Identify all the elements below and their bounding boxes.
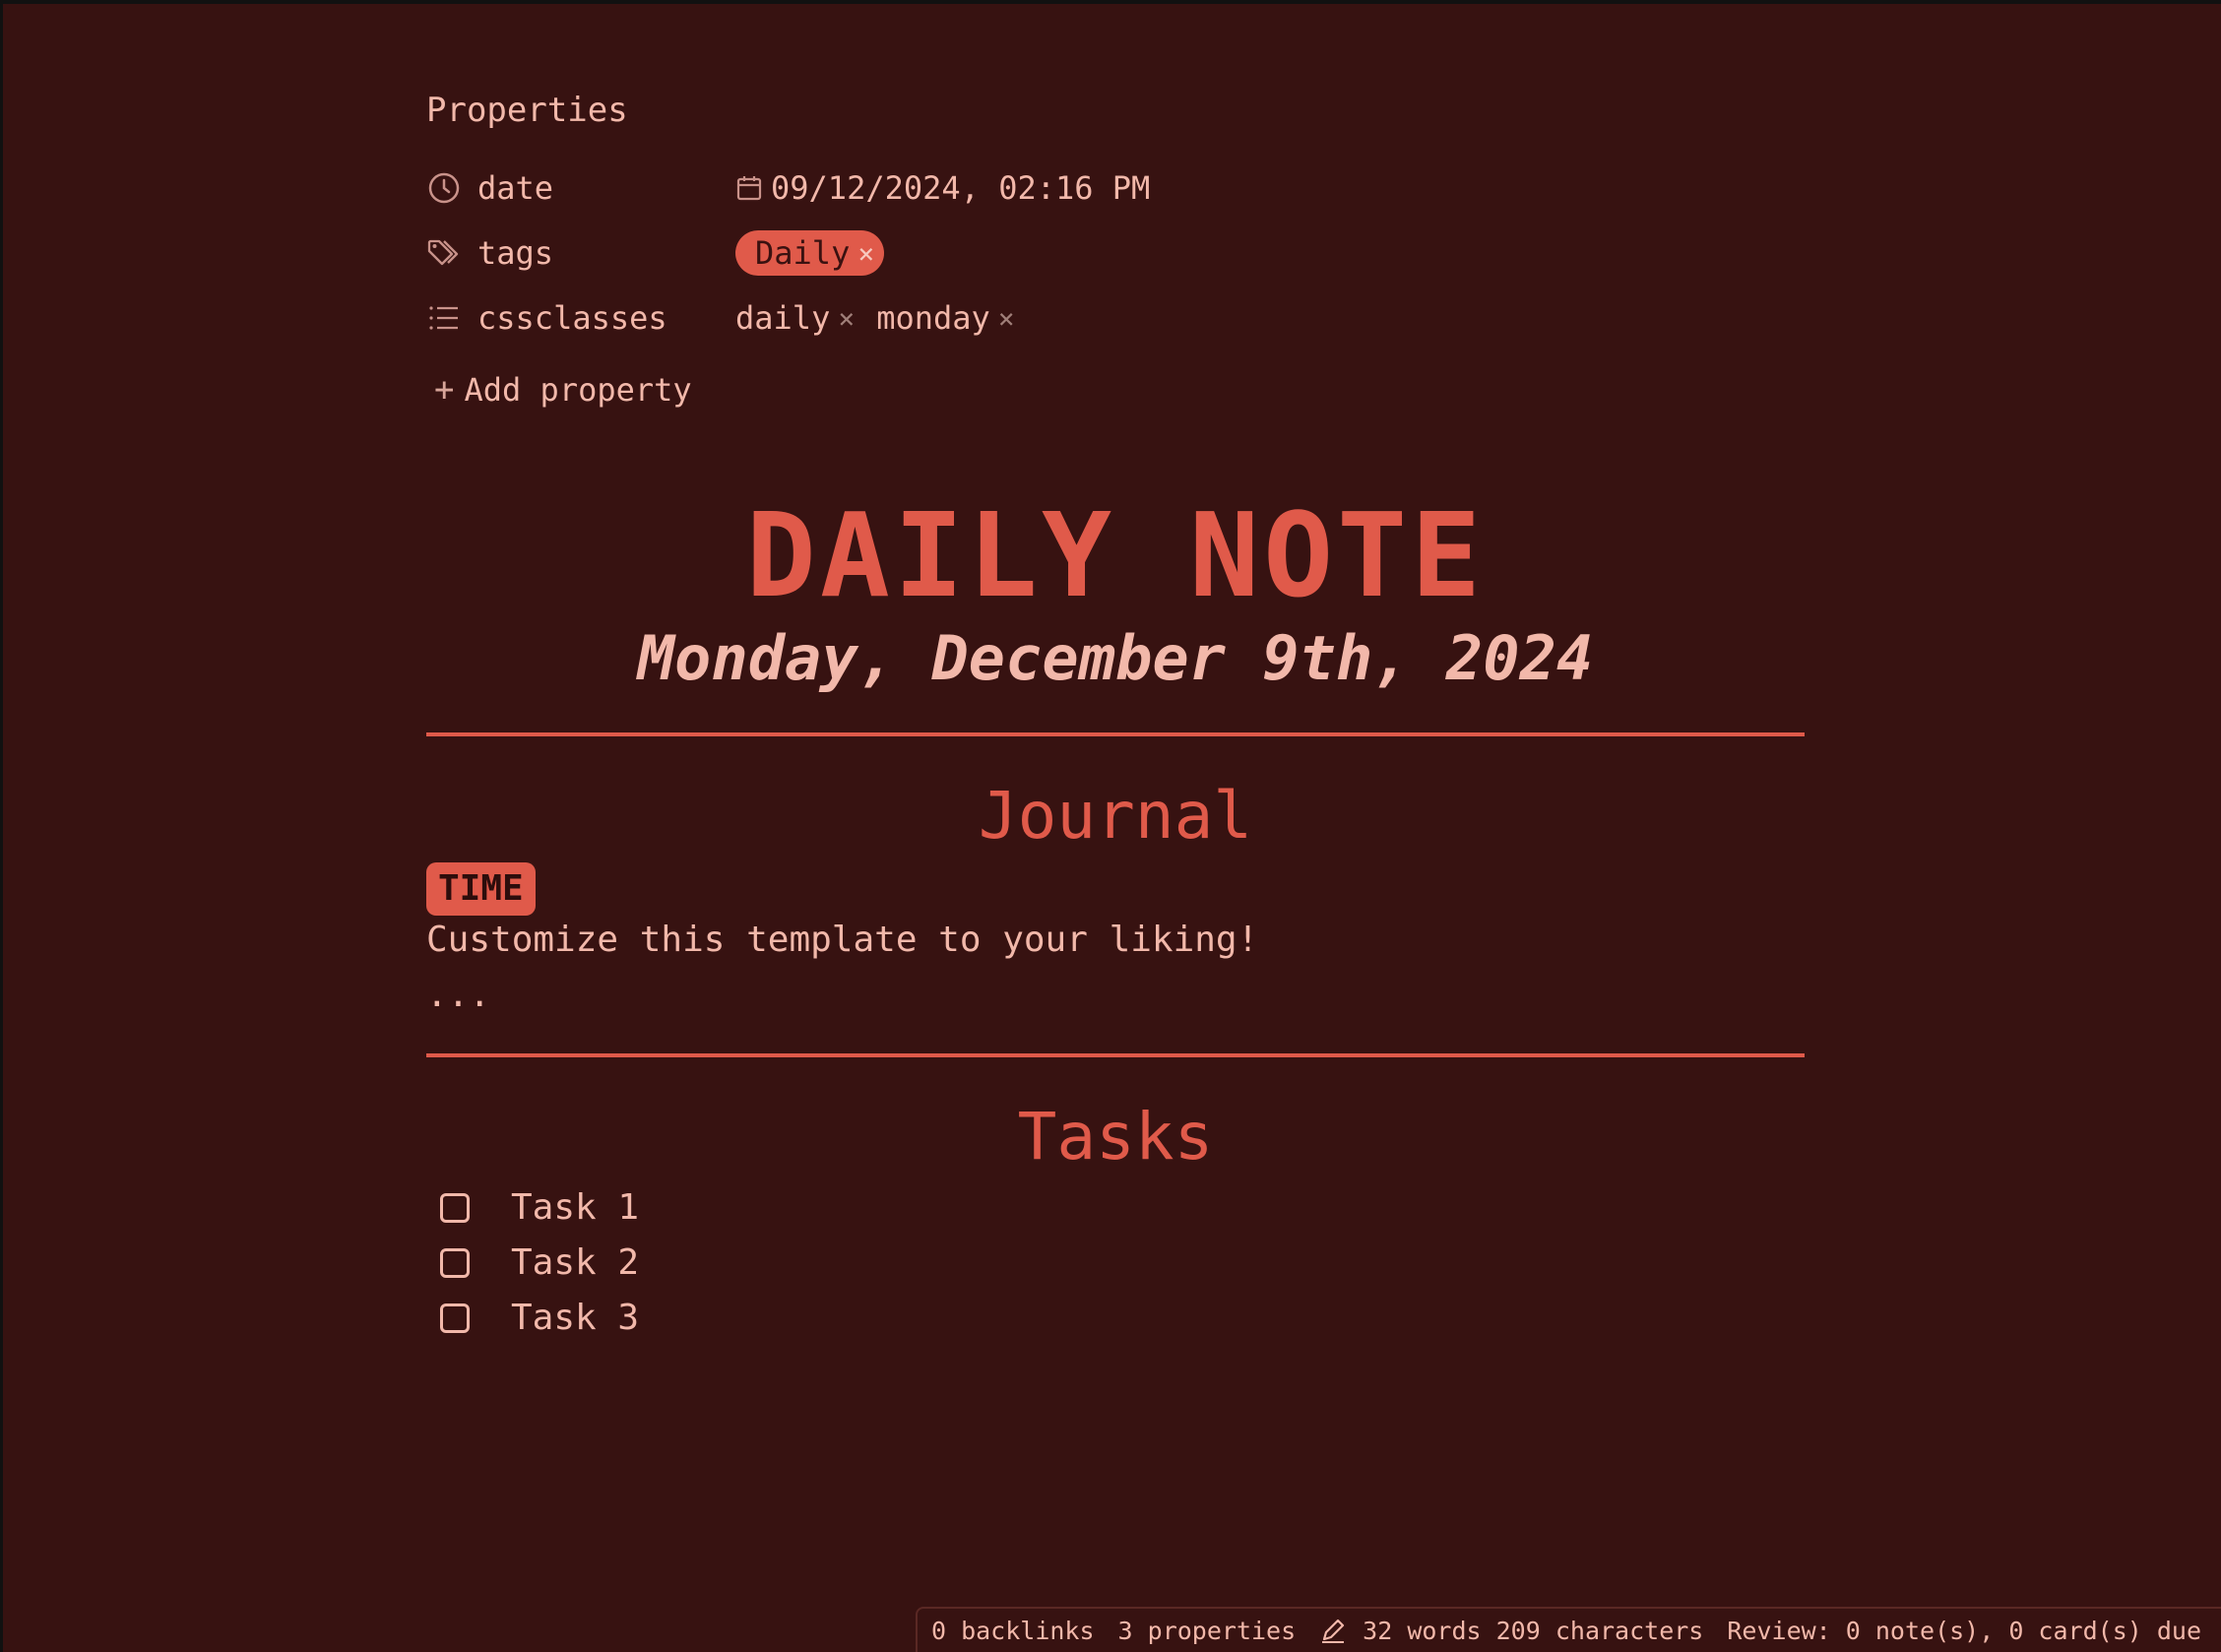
task-item[interactable]: Task 1 (440, 1187, 639, 1228)
clock-icon (426, 170, 462, 206)
journal-ellipsis[interactable]: ... (426, 975, 490, 1015)
task-checkbox[interactable] (440, 1247, 470, 1278)
remove-tag-icon[interactable]: × (857, 237, 874, 270)
property-key-date[interactable]: date (426, 169, 735, 207)
cssclass-chip-monday[interactable]: monday × (876, 299, 1014, 337)
tag-label: Daily (755, 234, 851, 272)
property-row-tags[interactable]: tags Daily × (426, 228, 1411, 278)
property-key-label: tags (477, 234, 554, 272)
calendar-icon (735, 174, 763, 202)
properties-heading[interactable]: Properties (426, 91, 628, 130)
property-value-date[interactable]: 09/12/2024, 02:16 PM (735, 169, 1150, 207)
task-label: Task 2 (511, 1242, 640, 1283)
properties-count[interactable]: 3 properties (1118, 1617, 1297, 1645)
pencil-icon[interactable] (1319, 1617, 1347, 1644)
property-key-label: date (477, 169, 554, 207)
task-label: Task 1 (511, 1187, 640, 1228)
review-status[interactable]: Review: 0 note(s), 0 card(s) due (1727, 1617, 2201, 1645)
property-row-cssclasses[interactable]: cssclasses daily × monday × (426, 293, 1411, 343)
status-bar: 0 backlinks 3 properties 32 words 209 ch… (915, 1607, 2221, 1652)
journal-body-text[interactable]: Customize this template to your liking! (426, 920, 1258, 960)
task-label: Task 3 (511, 1298, 640, 1338)
property-key-label: cssclasses (477, 299, 667, 337)
property-value-tags[interactable]: Daily × (735, 230, 885, 276)
property-value-cssclasses[interactable]: daily × monday × (735, 299, 1037, 337)
date-value-text: 09/12/2024, 02:16 PM (771, 169, 1151, 207)
cssclass-label: monday (876, 299, 990, 337)
backlinks-count[interactable]: 0 backlinks (931, 1617, 1095, 1645)
word-count[interactable]: 32 words 209 characters (1363, 1617, 1703, 1645)
add-property-button[interactable]: + Add property (434, 370, 692, 410)
task-item[interactable]: Task 2 (440, 1242, 639, 1283)
property-key-tags[interactable]: tags (426, 234, 735, 272)
remove-cssclass-icon[interactable]: × (838, 302, 855, 335)
cssclass-chip-daily[interactable]: daily × (735, 299, 855, 337)
property-key-cssclasses[interactable]: cssclasses (426, 299, 735, 337)
tags-icon (426, 235, 462, 271)
task-checkbox[interactable] (440, 1303, 470, 1333)
tasks-heading: Tasks (1017, 1099, 1214, 1175)
plus-icon: + (434, 370, 455, 410)
add-property-label: Add property (464, 371, 692, 409)
cssclass-label: daily (735, 299, 831, 337)
page-subtitle-date: Monday, December 9th, 2024 (637, 622, 1594, 694)
note-window: Properties date 09/12/2024, 02:16 PM tag… (0, 0, 2221, 1652)
divider (426, 1053, 1805, 1057)
property-row-date[interactable]: date 09/12/2024, 02:16 PM (426, 163, 1411, 213)
tag-pill-daily[interactable]: Daily × (735, 230, 885, 276)
journal-heading: Journal (978, 778, 1253, 854)
task-item[interactable]: Task 3 (440, 1298, 639, 1338)
time-badge: TIME (426, 862, 536, 916)
task-checkbox[interactable] (440, 1192, 470, 1223)
page-title: DAILY NOTE (745, 487, 1486, 623)
divider (426, 732, 1805, 736)
remove-cssclass-icon[interactable]: × (998, 302, 1015, 335)
list-icon (426, 300, 462, 336)
